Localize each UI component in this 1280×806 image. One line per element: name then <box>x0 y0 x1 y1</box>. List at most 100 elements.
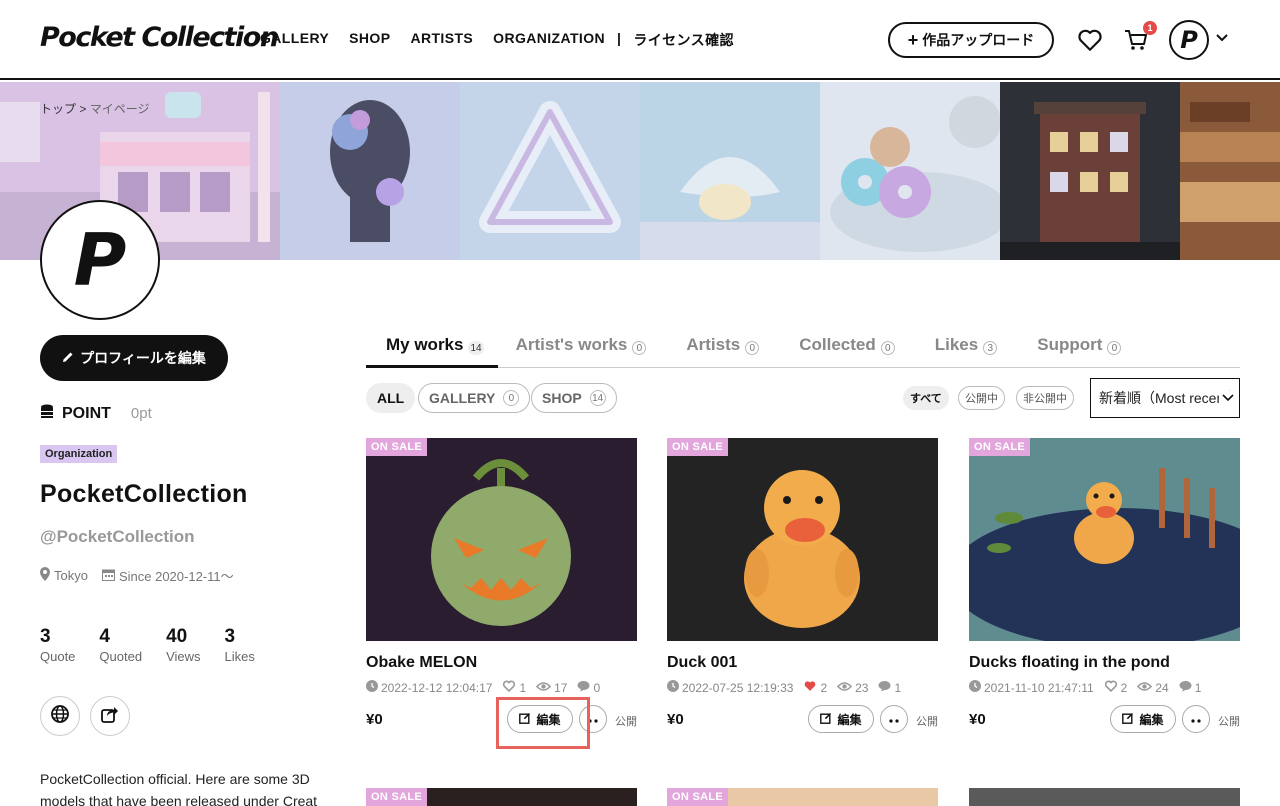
heart-filled-icon[interactable] <box>803 680 817 695</box>
work-card[interactable]: ON SALE Obake MELON 2022-12-12 12:04:17 … <box>366 438 637 735</box>
edit-work-button[interactable]: 編集 <box>808 705 874 733</box>
share-button[interactable] <box>90 696 130 736</box>
ellipsis-icon <box>888 712 900 726</box>
clock-icon <box>667 680 679 695</box>
tab-count: 0 <box>632 341 647 355</box>
work-actions: ¥0 編集 公開 <box>969 705 1240 735</box>
more-options-button[interactable] <box>880 705 908 733</box>
on-sale-badge: ON SALE <box>366 438 427 456</box>
work-price: ¥0 <box>667 711 684 728</box>
filter-shop[interactable]: SHOP 14 <box>531 383 617 413</box>
eye-icon <box>837 681 853 695</box>
nav-artists[interactable]: ARTISTS <box>410 30 473 50</box>
nav-organization[interactable]: ORGANIZATION <box>493 30 605 50</box>
nav-license-check[interactable]: ライセンス確認 <box>633 30 734 50</box>
work-thumbnail[interactable]: ON SALE <box>366 438 637 641</box>
tab-likes[interactable]: Likes 3 <box>935 330 998 368</box>
work-views: 23 <box>855 680 869 695</box>
filter-label: GALLERY <box>429 390 496 406</box>
tab-count: 14 <box>468 341 484 355</box>
comment-icon <box>878 680 891 695</box>
visibility-all[interactable]: すべて <box>903 386 949 410</box>
stat-value: 3 <box>40 626 51 647</box>
profile-name: PocketCollection <box>40 480 248 508</box>
work-title[interactable]: Duck 001 <box>667 654 938 672</box>
stat-quoted[interactable]: 4 Quoted <box>99 626 142 664</box>
filter-gallery[interactable]: GALLERY 0 <box>418 383 531 413</box>
organization-badge: Organization <box>40 445 118 463</box>
filter-label: ALL <box>377 390 405 406</box>
sort-select[interactable]: 新着順（Most recent） <box>1090 378 1240 418</box>
visibility-public[interactable]: 公開中 <box>958 386 1005 410</box>
on-sale-badge: ON SALE <box>366 788 427 806</box>
work-meta: 2022-12-12 12:04:17 1 17 0 <box>366 680 637 695</box>
nav-gallery[interactable]: GALLERY <box>260 30 329 50</box>
stat-label: Likes <box>224 649 255 664</box>
comment-icon <box>577 680 590 695</box>
stat-quote[interactable]: 3 Quote <box>40 626 75 664</box>
work-card-partial[interactable] <box>969 788 1240 806</box>
heart-icon[interactable] <box>1076 26 1104 54</box>
edit-profile-button[interactable]: プロフィールを編集 <box>40 335 228 381</box>
tab-label: My works <box>386 335 464 354</box>
breadcrumb-current: マイページ <box>89 102 150 116</box>
clock-icon <box>969 680 981 695</box>
work-title[interactable]: Ducks floating in the pond <box>969 654 1240 672</box>
tab-label: Support <box>1037 335 1103 354</box>
filter-all[interactable]: ALL <box>366 383 416 413</box>
tab-artists[interactable]: Artists 0 <box>686 330 760 368</box>
works-tabs: My works 14 Artist's works 0 Artists 0 C… <box>366 330 1240 368</box>
banner-image-donuts <box>820 82 1000 260</box>
tab-artists-works[interactable]: Artist's works 0 <box>516 330 647 368</box>
work-card[interactable]: ON SALE Duck 001 2022-07-25 12:19:33 2 2… <box>667 438 938 735</box>
tab-collected[interactable]: Collected 0 <box>799 330 895 368</box>
work-card[interactable]: ON SALE Ducks floating in the pond 2021-… <box>969 438 1240 735</box>
stat-value: 3 <box>224 626 236 647</box>
cart-count-badge: 1 <box>1143 21 1157 35</box>
more-options-button[interactable] <box>1182 705 1210 733</box>
heart-outline-icon[interactable] <box>1104 680 1118 695</box>
work-comments: 1 <box>1194 680 1202 695</box>
website-button[interactable] <box>40 696 80 736</box>
banner-image-books <box>1180 82 1280 260</box>
visibility-private[interactable]: 非公開中 <box>1016 386 1074 410</box>
work-title[interactable]: Obake MELON <box>366 654 637 672</box>
work-card-partial[interactable]: ON SALE <box>667 788 938 806</box>
stat-views: 40 Views <box>166 626 200 664</box>
edit-work-label: 編集 <box>837 712 862 727</box>
banner-image-ghost-cloth <box>640 82 820 260</box>
clock-icon <box>366 680 378 695</box>
on-sale-badge: ON SALE <box>969 438 1030 456</box>
edit-work-button[interactable]: 編集 <box>1110 705 1176 733</box>
work-price: ¥0 <box>366 711 383 728</box>
filter-count: 0 <box>503 390 520 406</box>
calendar-icon <box>101 568 115 584</box>
profile-cover-banner <box>0 82 1280 260</box>
work-meta: 2022-07-25 12:19:33 2 23 1 <box>667 680 938 695</box>
nav-shop[interactable]: SHOP <box>349 30 390 50</box>
point-value: 0pt <box>130 405 152 422</box>
work-meta: 2021-11-10 21:47:11 2 24 1 <box>969 680 1240 695</box>
chevron-down-icon <box>1219 391 1235 408</box>
tab-my-works[interactable]: My works 14 <box>366 330 498 368</box>
work-card-partial[interactable]: ON SALE <box>366 788 637 806</box>
banner-image-flower-bust <box>280 82 460 260</box>
filter-label: SHOP <box>542 390 582 406</box>
profile-stats: 3 Quote 4 Quoted 40 Views 3 Likes <box>40 626 255 664</box>
chevron-down-icon[interactable] <box>1214 30 1230 51</box>
heart-outline-icon[interactable] <box>502 680 516 695</box>
profile-location: Tokyo <box>54 568 88 583</box>
work-thumbnail[interactable]: ON SALE <box>667 438 938 641</box>
user-avatar[interactable]: P <box>1169 20 1209 60</box>
banner-image-glass-triangle <box>460 82 640 260</box>
breadcrumb-home[interactable]: トップ <box>40 102 76 116</box>
site-logo[interactable]: Pocket Collection <box>40 22 279 53</box>
work-date: 2022-07-25 12:19:33 <box>682 680 794 695</box>
upload-work-button[interactable]: + 作品アップロード <box>888 22 1054 58</box>
work-price: ¥0 <box>969 711 986 728</box>
eye-icon <box>536 681 552 695</box>
tab-support[interactable]: Support 0 <box>1037 330 1122 368</box>
edit-work-label: 編集 <box>1139 712 1164 727</box>
work-thumbnail[interactable]: ON SALE <box>969 438 1240 641</box>
stat-label: Views <box>166 649 201 664</box>
